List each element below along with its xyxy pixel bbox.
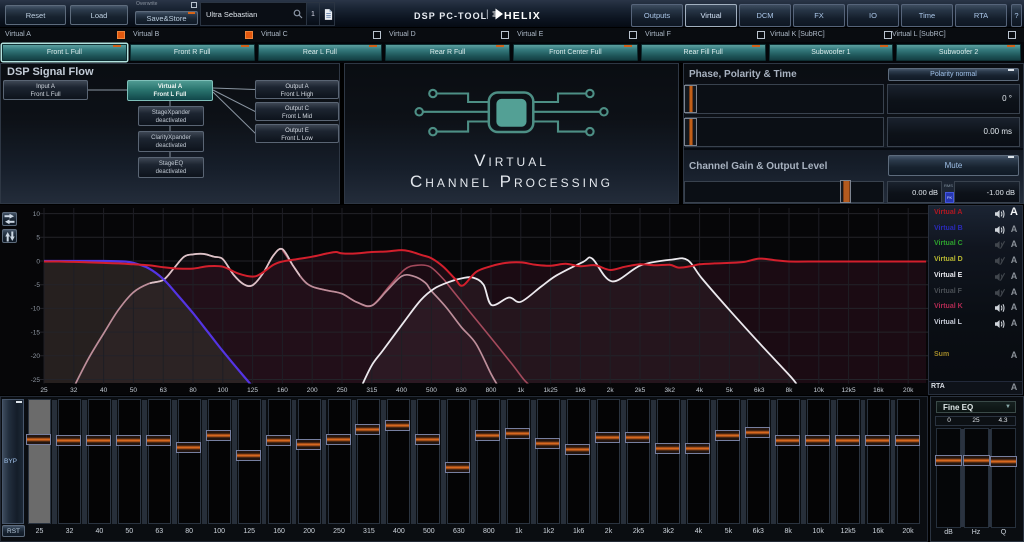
svg-text:25: 25 <box>40 387 48 394</box>
svg-text:12k5: 12k5 <box>842 387 856 394</box>
svg-text:0: 0 <box>36 258 40 265</box>
svg-text:8k: 8k <box>786 387 794 394</box>
svg-text:20k: 20k <box>903 387 914 394</box>
svg-text:1k6: 1k6 <box>575 387 586 394</box>
svg-text:500: 500 <box>426 387 437 394</box>
svg-text:100: 100 <box>217 387 228 394</box>
svg-text:-10: -10 <box>31 306 41 313</box>
svg-text:1k25: 1k25 <box>544 387 558 394</box>
svg-text:6k3: 6k3 <box>754 387 765 394</box>
svg-text:5k: 5k <box>726 387 734 394</box>
svg-text:125: 125 <box>247 387 258 394</box>
svg-text:50: 50 <box>130 387 138 394</box>
svg-text:2k: 2k <box>607 387 615 394</box>
svg-text:-25: -25 <box>31 377 41 384</box>
svg-text:10: 10 <box>33 211 41 218</box>
svg-text:630: 630 <box>456 387 467 394</box>
svg-text:63: 63 <box>160 387 168 394</box>
svg-text:2k5: 2k5 <box>635 387 646 394</box>
svg-text:400: 400 <box>396 387 407 394</box>
svg-text:32: 32 <box>70 387 78 394</box>
svg-text:250: 250 <box>337 387 348 394</box>
svg-text:3k2: 3k2 <box>665 387 676 394</box>
svg-text:-5: -5 <box>34 282 40 289</box>
svg-text:800: 800 <box>486 387 497 394</box>
svg-text:200: 200 <box>307 387 318 394</box>
svg-text:160: 160 <box>277 387 288 394</box>
svg-text:315: 315 <box>366 387 377 394</box>
svg-text:-15: -15 <box>31 329 41 336</box>
svg-text:10k: 10k <box>814 387 825 394</box>
svg-text:80: 80 <box>189 387 197 394</box>
svg-text:-20: -20 <box>31 353 41 360</box>
svg-text:5: 5 <box>36 235 40 242</box>
svg-text:1k: 1k <box>517 387 525 394</box>
svg-text:16k: 16k <box>873 387 884 394</box>
svg-text:40: 40 <box>100 387 108 394</box>
svg-text:4k: 4k <box>696 387 704 394</box>
